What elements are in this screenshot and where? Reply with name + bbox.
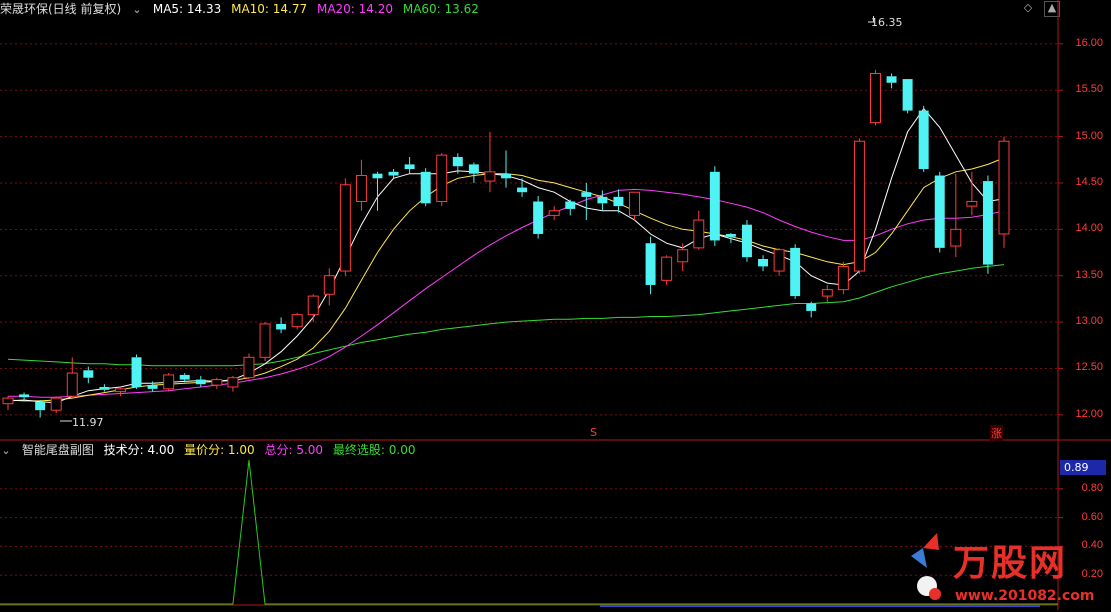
signal-marker-zhang: 涨 [990,425,1003,441]
price-tick-label: 16.00 [1075,36,1103,49]
stock-chart-window: 荣晟环保(日线 前复权) ⌄ MA5: 14.33 MA10: 14.77 MA… [0,0,1111,610]
price-tick-label: 15.00 [1075,129,1103,142]
candle-body-up [629,191,640,216]
sub-tick-label: 0.80 [1081,481,1103,494]
sub-chart-header: ⌄ 智能尾盘副图 技术分: 4.00 量价分: 1.00 总分: 5.00 最终… [0,442,421,458]
candle-body-down [565,201,576,209]
candle-body-up [853,140,865,272]
indicator-title[interactable]: 智能尾盘副图 [22,443,94,457]
price-tick-label: 14.00 [1075,222,1103,235]
candle-body-up [291,314,303,328]
candle-body-up [870,73,881,124]
candle-body-down [372,173,383,179]
candle-body-down [179,374,190,380]
candle-body-up [259,323,271,358]
dropdown-icon[interactable]: ⌄ [0,445,12,457]
candle-body-down [35,401,46,411]
signal-marker-s: S [590,426,597,439]
brand-name: 万股网 [953,543,1068,584]
candle-body-down [725,233,736,237]
candle-body-up [114,388,126,393]
candle-body-down [709,171,720,241]
candle-body-down [790,247,801,297]
candle-body-up [436,154,448,202]
candle-body-down [741,224,752,258]
sub-value-tag: 0.89 [1060,460,1106,475]
candle-body-down [388,171,399,176]
ma60-line [7,264,1005,367]
candle-body-up [355,175,367,202]
candle-body-up [243,356,255,379]
brand-watermark: 万股网 www.201082.com [905,528,1105,608]
candle-body-up [50,397,62,411]
candle-body-up [66,372,78,397]
candle-body-up [693,219,705,249]
indicator-line [0,459,1058,605]
candle-body-down [581,192,592,197]
candle-body-up [998,140,1010,235]
sub-tick-label: 0.60 [1081,510,1103,523]
candle-body-up [307,295,319,316]
candle-body-down [517,187,528,193]
candle-body-down [147,385,158,389]
final-selection: 最终选股: 0.00 [332,443,416,457]
total-score: 总分: 5.00 [264,443,324,457]
candle-body-down [83,370,94,378]
candle-body-up [548,210,560,216]
candle-body-down [533,201,544,234]
candle-body-up [163,374,175,390]
price-tick-label: 13.50 [1075,268,1103,281]
candle-body-down [19,394,30,398]
candle-body-down [613,196,624,207]
brand-url: www.201082.com [955,588,1095,604]
candle-body-down [645,243,656,285]
price-tick-label: 13.00 [1075,315,1103,328]
candle-body-down [886,76,897,83]
candle-body-down [902,79,913,111]
candle-body-down [806,303,817,311]
tech-score: 技术分: 4.00 [103,443,175,457]
candle-body-down [468,164,479,174]
candle-body-down [597,196,608,204]
vol-price-score: 量价分: 1.00 [184,443,255,457]
candle-body-up [323,275,335,295]
candle-body-up [484,171,496,182]
low-price-label: 11.97 [72,416,104,429]
candle-body-down [452,156,463,167]
candle-body-down [758,258,769,267]
high-price-label: 16.35 [871,16,903,29]
candle-body-up [227,377,239,388]
price-tick-label: 14.50 [1075,175,1103,188]
candle-body-up [211,379,223,386]
candle-body-up [950,228,962,247]
price-tick-label: 12.00 [1075,407,1103,420]
candle-body-down [195,379,206,385]
candle-body-up [821,289,833,297]
candle-body-down [276,323,287,330]
candle-body-up [2,397,14,405]
candle-body-down [420,171,431,204]
candle-body-up [773,249,785,272]
price-tick-label: 15.50 [1075,83,1103,96]
candle-body-up [837,265,849,291]
price-tick-label: 12.50 [1075,361,1103,374]
candle-body-up [966,200,978,207]
candle-body-up [661,256,673,281]
candle-body-down [501,173,511,179]
candle-body-down [99,386,110,390]
candle-body-down [982,181,993,265]
candle-body-down [918,110,929,170]
candle-body-down [131,357,142,387]
price-chart[interactable] [0,0,1111,610]
candle-body-down [404,164,415,170]
candle-body-down [934,175,945,248]
candle-body-up [677,249,689,263]
candle-body-up [339,184,351,272]
